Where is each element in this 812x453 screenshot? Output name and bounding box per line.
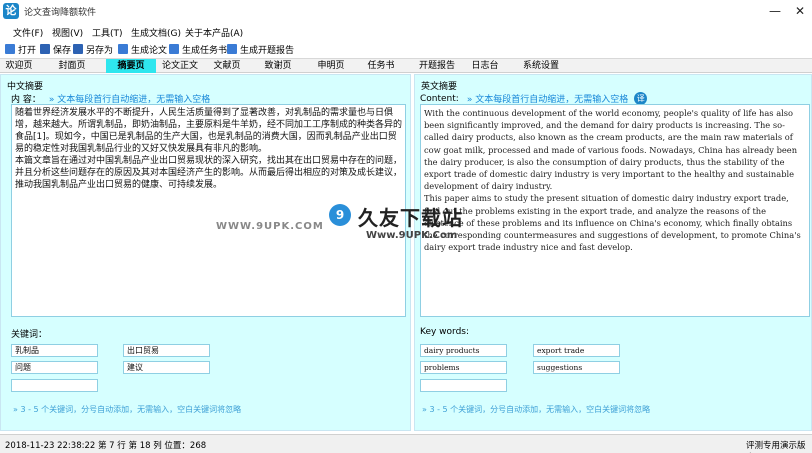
window-title: 论文查询降额软件 — [24, 8, 97, 18]
watermark-url-left: WWW.9UPK.COM — [216, 221, 324, 232]
en-paragraph: With the continuous development of the w… — [424, 108, 798, 192]
generate-proposal-label: 生成开题报告 — [240, 45, 295, 56]
en-keyword-field[interactable]: suggestions — [533, 361, 620, 374]
generate-task-button[interactable]: 生成任务书 — [169, 42, 227, 56]
tab-body[interactable]: 论文正文 — [155, 59, 205, 73]
menu-file[interactable]: 文件(F) — [13, 26, 43, 39]
minimize-button[interactable]: — — [768, 4, 782, 18]
cn-keywords-hint: » 3 - 5 个关键词，分号自动添加，无需输入，空白关键词将忽略 — [13, 405, 242, 414]
en-keyword-field[interactable]: problems — [420, 361, 507, 374]
cn-keyword-field[interactable] — [11, 379, 98, 392]
menu-generate[interactable]: 生成文档(G) — [131, 26, 181, 39]
cn-paragraph: 随着世界经济发展水平的不断提升，人民生活质量得到了显著改善，对乳制品的需求量也与… — [15, 108, 403, 154]
cn-keyword-field[interactable]: 建议 — [123, 361, 210, 374]
tab-abstract[interactable]: 摘要页 — [106, 59, 156, 73]
document-icon — [227, 44, 237, 54]
save-as-icon — [73, 44, 83, 54]
app-icon: 论 — [3, 3, 19, 19]
cn-paragraph: 本篇文章旨在通过对中国乳制品产业出口贸易现状的深入研究，找出其在出口贸易中存在的… — [15, 156, 403, 190]
status-position: 2018-11-23 22:38:22 第 7 行 第 18 列 位置：268 — [5, 441, 207, 451]
save-as-label: 另存为 — [86, 45, 114, 56]
document-icon — [118, 44, 128, 54]
generate-paper-button[interactable]: 生成论文 — [118, 42, 167, 56]
tab-cover[interactable]: 封面页 — [47, 59, 97, 73]
menu-bar: 文件(F) 视图(V) 工具(T) 生成文档(G) 关于本产品(A) — [0, 24, 812, 40]
open-button[interactable]: 打开 — [5, 42, 36, 56]
status-edition: 评测专用演示版本 — [746, 441, 806, 451]
tab-thanks[interactable]: 致谢页 — [253, 59, 303, 73]
tab-references[interactable]: 文献页 — [202, 59, 252, 73]
save-label: 保存 — [53, 45, 72, 56]
generate-paper-label: 生成论文 — [131, 45, 168, 56]
watermark-logo-icon: 9 — [329, 204, 351, 226]
open-label: 打开 — [18, 45, 37, 56]
menu-about[interactable]: 关于本产品(A) — [185, 26, 243, 39]
status-bar: 2018-11-23 22:38:22 第 7 行 第 18 列 位置：268 … — [0, 434, 812, 453]
tab-log[interactable]: 日志台 — [460, 59, 510, 73]
cn-keyword-field[interactable]: 问题 — [11, 361, 98, 374]
en-keyword-field[interactable]: dairy products — [420, 344, 507, 357]
cn-keyword-field[interactable]: 出口贸易 — [123, 344, 210, 357]
cn-keyword-field[interactable]: 乳制品 — [11, 344, 98, 357]
tab-task[interactable]: 任务书 — [356, 59, 406, 73]
title-bar: 论 论文查询降额软件 — ✕ — [0, 0, 812, 22]
save-disk-icon — [40, 44, 50, 54]
cn-abstract-title: 中文摘要 — [7, 82, 44, 92]
generate-proposal-button[interactable]: 生成开题报告 — [227, 42, 294, 56]
en-keywords-hint: » 3 - 5 个关键词，分号自动添加，无需输入，空白关键词将忽略 — [422, 405, 651, 414]
tab-welcome[interactable]: 欢迎页 — [0, 59, 44, 73]
watermark-site-name: 久友下载站 — [358, 206, 463, 230]
en-keywords-label: Key words: — [420, 327, 470, 337]
en-content-label: Content: — [420, 93, 459, 104]
save-as-button[interactable]: 另存为 — [73, 42, 113, 56]
toolbar: 打开 保存 另存为 生成论文 生成任务书 生成开题报告 — [0, 41, 812, 57]
menu-tools[interactable]: 工具(T) — [92, 26, 123, 39]
save-button[interactable]: 保存 — [40, 42, 71, 56]
en-keyword-field[interactable] — [420, 379, 507, 392]
en-keyword-field[interactable]: export trade — [533, 344, 620, 357]
tab-bar: 欢迎页 封面页 摘要页 论文正文 文献页 致谢页 申明页 任务书 开题报告 日志… — [0, 58, 812, 73]
watermark-url-right: Www.9UPK.Com — [366, 230, 458, 241]
tab-settings[interactable]: 系统设置 — [516, 59, 566, 73]
document-icon — [169, 44, 179, 54]
tab-statement[interactable]: 申明页 — [306, 59, 356, 73]
tab-proposal[interactable]: 开题报告 — [412, 59, 462, 73]
watermark: WWW.9UPK.COM 9 久友下载站 Www.9UPK.Com — [216, 198, 516, 254]
close-button[interactable]: ✕ — [793, 4, 807, 18]
en-abstract-title: 英文摘要 — [421, 82, 458, 92]
open-folder-icon — [5, 44, 15, 54]
generate-task-label: 生成任务书 — [182, 45, 228, 56]
menu-view[interactable]: 视图(V) — [52, 26, 83, 39]
cn-keywords-label: 关键词： — [11, 330, 48, 340]
